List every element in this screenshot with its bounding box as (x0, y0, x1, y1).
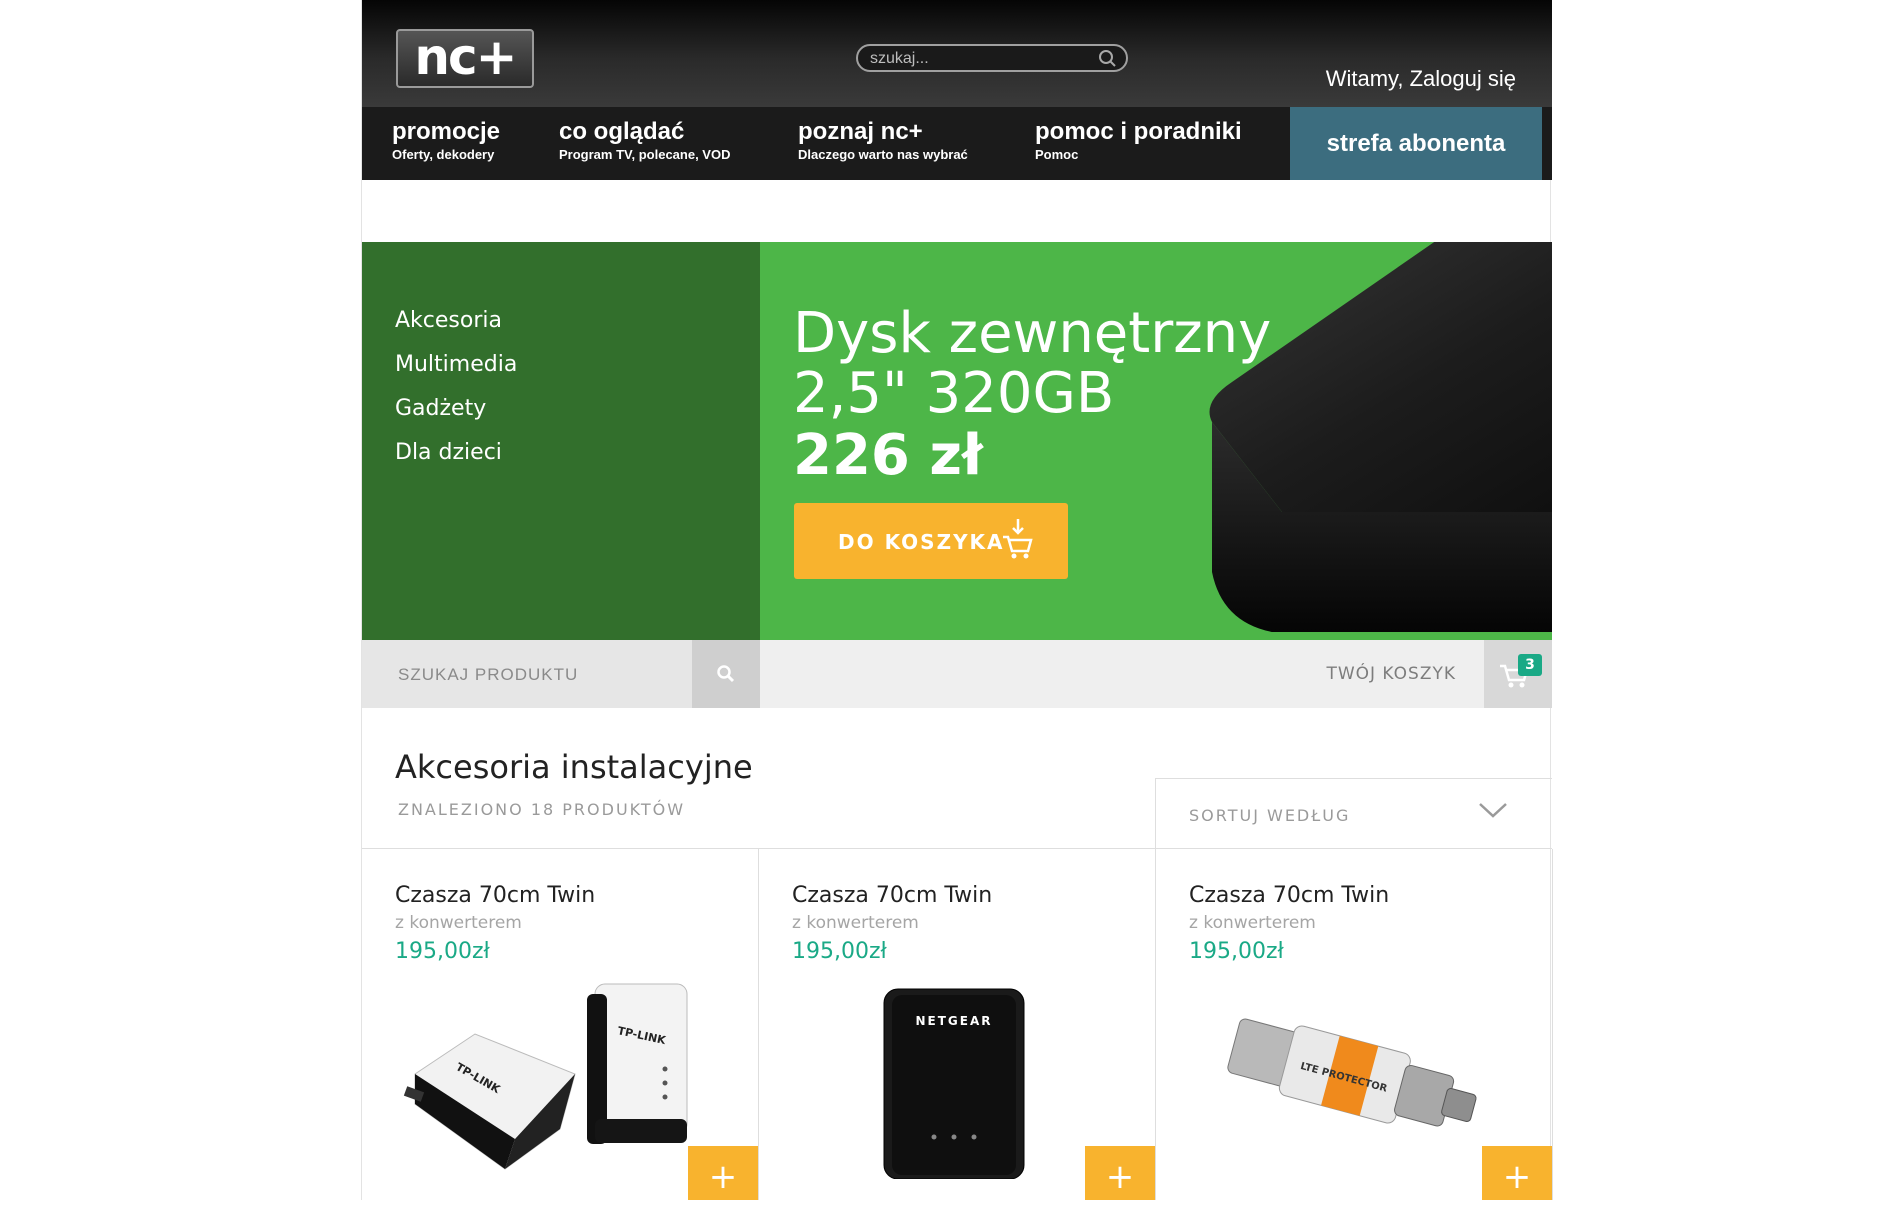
sort-label: SORTUJ WEDŁUG (1189, 806, 1351, 825)
cart-label[interactable]: TWÓJ KOSZYK (1326, 664, 1456, 684)
product-card[interactable]: Czasza 70cm Twin z konwerterem 195,00zł … (1156, 849, 1553, 1200)
nav-item-title: co oglądać (559, 118, 685, 145)
top-header: nc+ Witamy, Zaloguj się (362, 0, 1552, 107)
product-name[interactable]: Czasza 70cm Twin (1189, 883, 1389, 908)
product-subtitle: z konwerterem (395, 913, 522, 933)
nav-item-promocje[interactable]: promocje Oferty, dekodery (392, 117, 500, 163)
product-search-box (362, 640, 692, 708)
category-link-gadzety[interactable]: Gadżety (395, 396, 486, 421)
category-link-akcesoria[interactable]: Akcesoria (395, 308, 502, 333)
netgear-router-image: NETGEAR (883, 988, 1025, 1179)
cart-button[interactable]: 3 (1484, 640, 1552, 708)
sort-dropdown[interactable]: SORTUJ WEDŁUG (1155, 778, 1552, 848)
add-product-button[interactable]: + (1482, 1146, 1552, 1200)
add-product-button[interactable]: + (688, 1146, 758, 1200)
add-to-cart-label: DO KOSZYKA (838, 530, 1005, 554)
product-card[interactable]: Czasza 70cm Twin z konwerterem 195,00zł … (362, 849, 759, 1200)
tp-link-adapters-image: TP-LINK TP-LINK (403, 983, 688, 1170)
nav-item-subtitle: Program TV, polecane, VOD (559, 147, 731, 162)
nav-item-poznaj[interactable]: poznaj nc+ Dlaczego warto nas wybrać (798, 117, 968, 163)
hero-price: 226 zł (793, 423, 983, 488)
hero-banner: WD Akcesoria Multimedia Gadżety Dla dzie… (362, 242, 1552, 640)
category-link-dla-dzieci[interactable]: Dla dzieci (395, 440, 502, 465)
nav-item-pomoc[interactable]: pomoc i poradniki Pomoc (1035, 117, 1242, 163)
product-name[interactable]: Czasza 70cm Twin (792, 883, 992, 908)
nav-item-title: promocje (392, 118, 501, 145)
category-sidebar: Akcesoria Multimedia Gadżety Dla dzieci (362, 242, 760, 640)
search-icon[interactable] (1098, 49, 1118, 73)
shop-toolbar: TWÓJ KOSZYK 3 (362, 640, 1552, 708)
netgear-label: NETGEAR (916, 1014, 993, 1028)
strefa-abonenta-button[interactable]: strefa abonenta (1290, 107, 1542, 180)
cart-add-icon (1000, 517, 1036, 565)
product-search-button[interactable] (692, 640, 760, 708)
product-subtitle: z konwerterem (1189, 913, 1316, 933)
nav-item-title: poznaj nc+ (798, 118, 923, 145)
product-name[interactable]: Czasza 70cm Twin (395, 883, 595, 908)
product-subtitle: z konwerterem (792, 913, 919, 933)
nc-plus-logo[interactable]: nc+ (396, 29, 534, 88)
chevron-down-icon (1478, 801, 1508, 823)
product-price: 195,00zł (1189, 939, 1284, 964)
lte-filter-image: LTE PROTECTOR (1227, 1018, 1477, 1127)
nav-item-subtitle: Pomoc (1035, 147, 1079, 162)
cart-count-badge: 3 (1518, 654, 1542, 676)
nav-item-subtitle: Dlaczego warto nas wybrać (798, 147, 968, 162)
hero-title: Dysk zewnętrzny 2,5" 320GB (793, 304, 1271, 424)
add-product-button[interactable]: + (1085, 1146, 1155, 1200)
product-price: 195,00zł (395, 939, 490, 964)
product-card[interactable]: Czasza 70cm Twin z konwerterem 195,00zł … (759, 849, 1156, 1200)
product-price: 195,00zł (792, 939, 887, 964)
search-icon (717, 665, 735, 683)
product-search-input[interactable] (396, 660, 680, 690)
hero-title-line1: Dysk zewnętrzny (793, 301, 1272, 366)
products-found-count: ZNALEZIONO 18 PRODUKTÓW (398, 800, 686, 819)
top-search-input[interactable] (868, 46, 1092, 72)
nav-item-title: pomoc i poradniki (1035, 118, 1242, 145)
hero-title-line2: 2,5" 320GB (793, 361, 1115, 426)
top-search-box (856, 44, 1128, 72)
category-link-multimedia[interactable]: Multimedia (395, 352, 517, 377)
login-link[interactable]: Witamy, Zaloguj się (1326, 66, 1516, 92)
nav-item-co-ogladac[interactable]: co oglądać Program TV, polecane, VOD (559, 117, 730, 163)
category-title: Akcesoria instalacyjne (395, 748, 753, 786)
nav-item-subtitle: Oferty, dekodery (392, 147, 495, 162)
add-to-cart-button[interactable]: DO KOSZYKA (794, 503, 1068, 579)
page: nc+ Witamy, Zaloguj się promocje Oferty,… (361, 0, 1553, 1200)
